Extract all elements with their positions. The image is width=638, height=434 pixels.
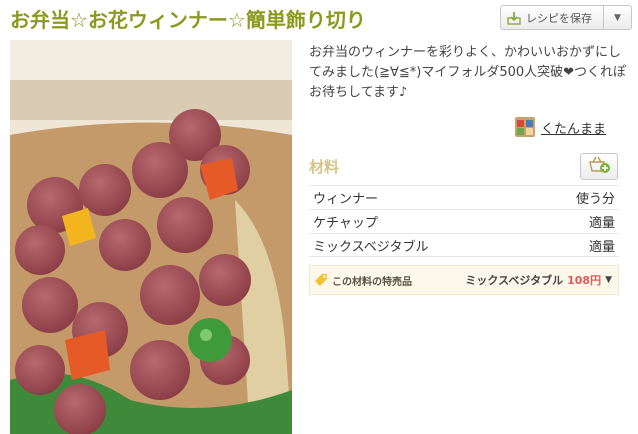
author: くたんまま xyxy=(515,117,606,137)
sale-label: この材料の特売品 xyxy=(332,276,412,288)
ingredients-list: ウィンナー 使う分 ケチャップ 適量 ミックスベジタブル 適量 xyxy=(309,185,619,257)
save-recipe-label: レシピを保存 xyxy=(526,11,592,25)
ingredients-heading: 材料 xyxy=(309,158,340,176)
recipe-description: お弁当のウィンナーを彩りよく、かわいいおかずにしてみました(≧∀≦*)マイフォル… xyxy=(309,45,627,100)
sale-product: ミックスベジタブル xyxy=(465,274,564,287)
ingredient-quantity: 適量 xyxy=(588,239,615,255)
ingredient-name: ミックスベジタブル xyxy=(313,239,429,255)
ingredient-row: ミックスベジタブル 適量 xyxy=(309,233,619,257)
ingredient-name: ケチャップ xyxy=(313,216,378,231)
ingredient-row: ケチャップ 適量 xyxy=(309,209,619,233)
author-link[interactable]: くたんまま xyxy=(541,118,606,137)
ingredient-quantity: 適量 xyxy=(588,216,615,231)
save-options-dropdown[interactable]: ▼ xyxy=(604,5,632,30)
download-arrow-icon xyxy=(507,11,521,25)
sale-item-banner[interactable]: この材料の特売品 ミックスベジタブル 108円 ▼ xyxy=(309,265,619,295)
ingredient-row: ウィンナー 使う分 xyxy=(309,185,619,209)
save-recipe-button[interactable]: レシピを保存 xyxy=(500,5,604,30)
ingredient-name: ウィンナー xyxy=(313,192,379,207)
recipe-title: お弁当☆お花ウィンナー☆簡単飾り切り xyxy=(10,8,366,32)
chevron-down-icon: ▼ xyxy=(605,275,612,285)
avatar[interactable] xyxy=(515,117,535,137)
save-group: レシピを保存 ▼ xyxy=(500,5,632,30)
chevron-down-icon: ▼ xyxy=(614,12,621,23)
basket-plus-icon xyxy=(588,156,610,178)
recipe-photo xyxy=(10,40,292,434)
add-to-shopping-list-button[interactable] xyxy=(580,153,618,180)
sale-price: 108円 xyxy=(567,274,602,287)
ingredient-quantity: 使う分 xyxy=(575,192,615,207)
tag-icon xyxy=(314,273,328,287)
